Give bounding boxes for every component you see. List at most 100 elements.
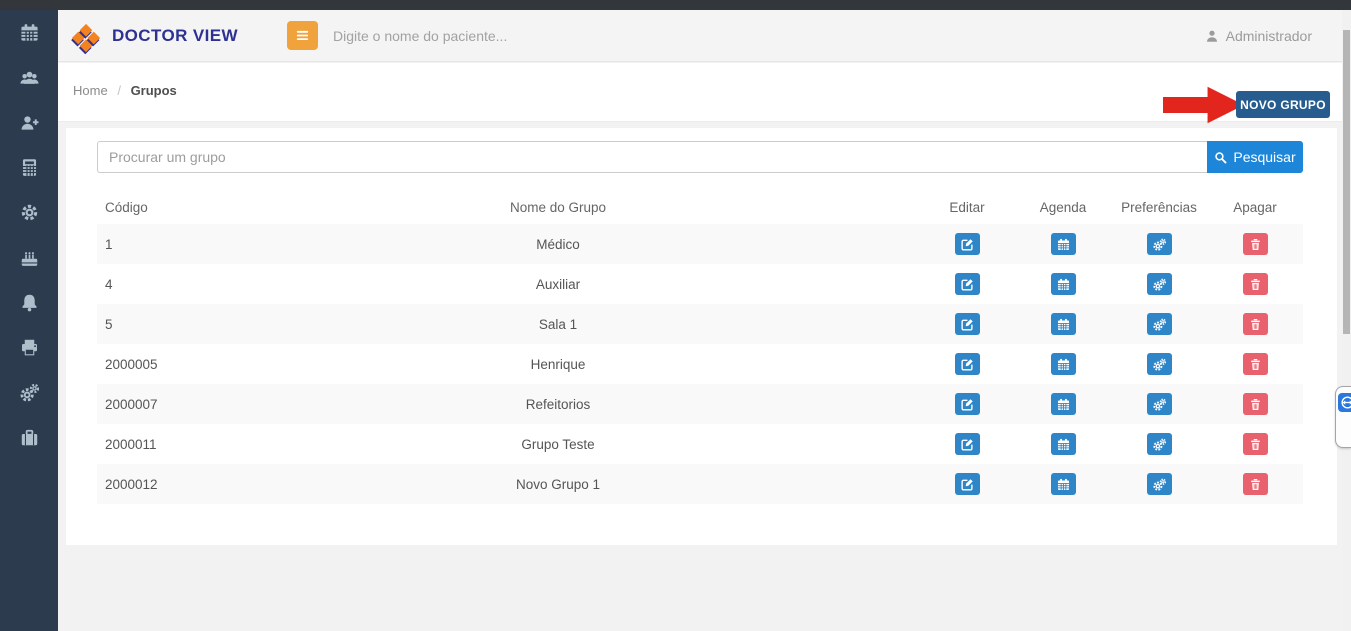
search-button[interactable]: Pesquisar <box>1207 141 1303 173</box>
calendar-icon <box>1057 358 1070 371</box>
column-header-preferencias: Preferências <box>1111 190 1207 224</box>
edit-button[interactable] <box>955 473 980 495</box>
table-row: 4 Auxiliar <box>97 264 1303 304</box>
calendar-icon <box>20 23 39 42</box>
breadcrumb-home-link[interactable]: Home <box>73 83 108 98</box>
column-header-codigo: Código <box>97 190 197 224</box>
sidebar-item-briefcase[interactable] <box>0 415 58 460</box>
sidebar-item-birthdays[interactable] <box>0 235 58 280</box>
column-header-apagar: Apagar <box>1207 190 1303 224</box>
patient-search-input[interactable] <box>333 28 753 44</box>
cell-codigo: 2000007 <box>97 384 197 424</box>
brand-text: DOCTOR VIEW <box>112 26 238 46</box>
sidebar-item-system-settings[interactable] <box>0 370 58 415</box>
agenda-button[interactable] <box>1051 233 1076 255</box>
edit-button[interactable] <box>955 393 980 415</box>
breadcrumb-current: Grupos <box>131 83 177 98</box>
preferences-button[interactable] <box>1147 273 1172 295</box>
sidebar-item-add-user[interactable] <box>0 100 58 145</box>
user-label: Administrador <box>1226 28 1312 44</box>
edit-icon <box>961 438 974 451</box>
sidebar-item-calendar[interactable] <box>0 10 58 55</box>
edit-button[interactable] <box>955 433 980 455</box>
cogs-icon <box>1153 238 1166 251</box>
settings-gear-icon <box>20 203 39 222</box>
preferences-button[interactable] <box>1147 353 1172 375</box>
sidebar-item-billing[interactable] <box>0 145 58 190</box>
calendar-icon <box>1057 318 1070 331</box>
agenda-button[interactable] <box>1051 313 1076 335</box>
cell-codigo: 4 <box>97 264 197 304</box>
agenda-button[interactable] <box>1051 273 1076 295</box>
brand-logo[interactable]: DOCTOR VIEW <box>72 24 267 48</box>
preferences-button[interactable] <box>1147 433 1172 455</box>
column-header-nome: Nome do Grupo <box>197 190 919 224</box>
delete-button[interactable] <box>1243 433 1268 455</box>
calendar-icon <box>1057 278 1070 291</box>
preferences-button[interactable] <box>1147 233 1172 255</box>
delete-button[interactable] <box>1243 353 1268 375</box>
person-icon <box>1205 29 1219 43</box>
search-button-label: Pesquisar <box>1233 149 1295 165</box>
agenda-button[interactable] <box>1051 433 1076 455</box>
agenda-button[interactable] <box>1051 473 1076 495</box>
edit-button[interactable] <box>955 273 980 295</box>
cogs-icon <box>1153 278 1166 291</box>
doctor-view-app: DOCTOR VIEW Administrador Home / Grupos … <box>0 0 1351 631</box>
edit-button[interactable] <box>955 313 980 335</box>
column-header-agenda: Agenda <box>1015 190 1111 224</box>
calculator-icon <box>20 158 39 177</box>
trash-icon <box>1249 438 1262 451</box>
agenda-button[interactable] <box>1051 353 1076 375</box>
delete-button[interactable] <box>1243 473 1268 495</box>
cell-nome: Refeitorios <box>197 384 919 424</box>
trash-icon <box>1249 478 1262 491</box>
table-row: 2000012 Novo Grupo 1 <box>97 464 1303 504</box>
calendar-icon <box>1057 478 1070 491</box>
table-row: 2000011 Grupo Teste <box>97 424 1303 464</box>
cogs-icon <box>1153 398 1166 411</box>
edit-icon <box>961 358 974 371</box>
scrollbar[interactable] <box>1342 10 1351 631</box>
agenda-button[interactable] <box>1051 393 1076 415</box>
delete-button[interactable] <box>1243 393 1268 415</box>
notifications-bell-icon <box>20 293 39 312</box>
system-cogs-icon <box>20 383 39 402</box>
calendar-icon <box>1057 238 1070 251</box>
cell-nome: Médico <box>197 224 919 264</box>
edit-icon <box>961 478 974 491</box>
edit-button[interactable] <box>955 353 980 375</box>
groups-card: Pesquisar Código Nome do Grupo Editar Ag… <box>66 128 1337 545</box>
cogs-icon <box>1153 318 1166 331</box>
group-search-input[interactable] <box>97 141 1207 173</box>
new-group-button[interactable]: NOVO GRUPO <box>1236 91 1330 118</box>
remote-support-tab[interactable] <box>1335 386 1351 448</box>
sidebar-toggle-button[interactable] <box>287 21 318 50</box>
delete-button[interactable] <box>1243 313 1268 335</box>
brand-diamond-icon <box>72 23 100 51</box>
cell-nome: Sala 1 <box>197 304 919 344</box>
preferences-button[interactable] <box>1147 313 1172 335</box>
sidebar-item-print[interactable] <box>0 325 58 370</box>
trash-icon <box>1249 238 1262 251</box>
delete-button[interactable] <box>1243 273 1268 295</box>
sidebar <box>0 10 58 631</box>
preferences-button[interactable] <box>1147 393 1172 415</box>
sidebar-item-settings[interactable] <box>0 190 58 235</box>
table-row: 5 Sala 1 <box>97 304 1303 344</box>
preferences-button[interactable] <box>1147 473 1172 495</box>
search-icon <box>1214 151 1227 164</box>
sidebar-item-notifications[interactable] <box>0 280 58 325</box>
sidebar-item-groups[interactable] <box>0 55 58 100</box>
groups-table-wrap: Código Nome do Grupo Editar Agenda Prefe… <box>97 190 1303 504</box>
calendar-icon <box>1057 398 1070 411</box>
user-menu[interactable]: Administrador <box>1205 28 1312 44</box>
scrollbar-thumb[interactable] <box>1343 30 1350 334</box>
edit-button[interactable] <box>955 233 980 255</box>
trash-icon <box>1249 318 1262 331</box>
user-add-icon <box>20 113 39 132</box>
printer-icon <box>20 338 39 357</box>
group-search-bar: Pesquisar <box>97 141 1303 173</box>
delete-button[interactable] <box>1243 233 1268 255</box>
cell-nome: Henrique <box>197 344 919 384</box>
